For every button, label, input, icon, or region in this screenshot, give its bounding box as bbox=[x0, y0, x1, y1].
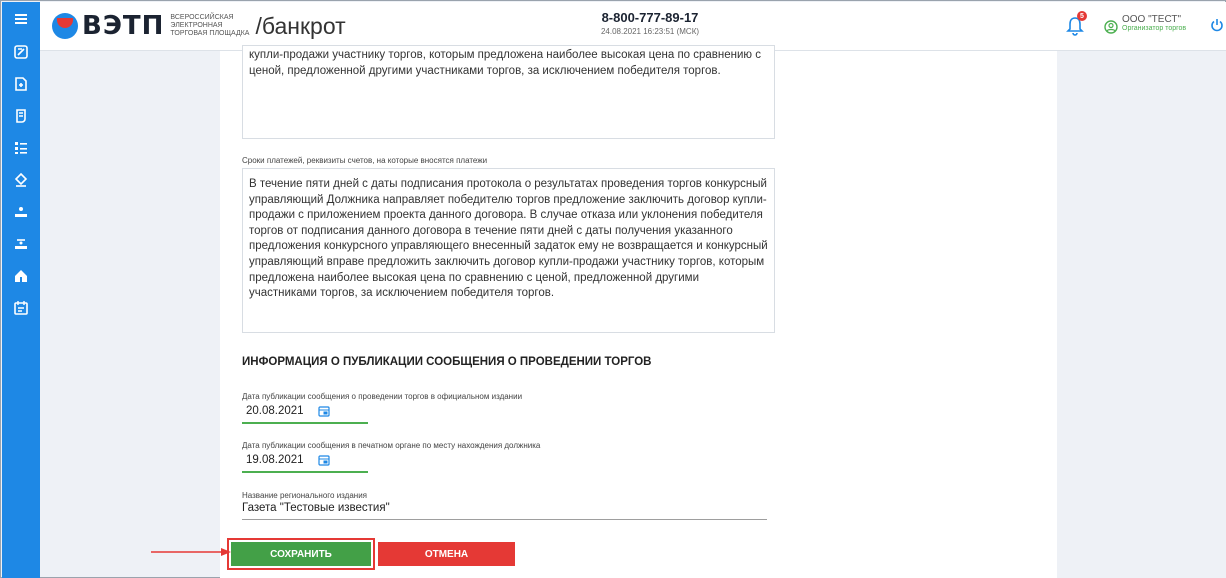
payments-textarea[interactable]: В течение пяти дней с даты подписания пр… bbox=[242, 168, 775, 333]
menu-icon[interactable] bbox=[2, 2, 40, 36]
documents-icon[interactable] bbox=[2, 68, 40, 100]
pointer-arrow-icon bbox=[151, 548, 231, 556]
calendar-icon[interactable] bbox=[2, 292, 40, 324]
notification-badge: 5 bbox=[1077, 11, 1087, 21]
official-date-field[interactable]: 20.08.2021 bbox=[242, 400, 368, 424]
text-area-top[interactable]: купли-продажи участнику торгов, которым … bbox=[242, 45, 775, 139]
list-icon[interactable] bbox=[2, 132, 40, 164]
logo-subtitle: ВСЕРОССИЙСКАЯ ЭЛЕКТРОННАЯ ТОРГОВАЯ ПЛОЩА… bbox=[170, 14, 250, 37]
cancel-button[interactable]: ОТМЕНА bbox=[378, 542, 515, 566]
contact-block: 8-800-777-89-17 24.08.2021 16:23:51 (МСК… bbox=[550, 10, 750, 36]
current-datetime: 24.08.2021 16:23:51 (МСК) bbox=[600, 27, 700, 36]
right-panel bbox=[1057, 51, 1226, 578]
bidder-icon[interactable] bbox=[2, 196, 40, 228]
form-content: купли-продажи участнику торгов, которым … bbox=[220, 45, 1057, 578]
section-title: ИНФОРМАЦИЯ О ПУБЛИКАЦИИ СООБЩЕНИЯ О ПРОВ… bbox=[242, 356, 652, 368]
app-window: ВЭТП ВСЕРОССИЙСКАЯ ЭЛЕКТРОННАЯ ТОРГОВАЯ … bbox=[0, 0, 1226, 578]
user-role: Организатор торгов bbox=[1122, 25, 1187, 32]
top-bar: ВЭТП ВСЕРОССИЙСКАЯ ЭЛЕКТРОННАЯ ТОРГОВАЯ … bbox=[40, 2, 1226, 51]
tender-icon[interactable] bbox=[2, 164, 40, 196]
user-menu[interactable]: ООО "ТЕСТ" Организатор торгов bbox=[1104, 14, 1186, 34]
user-icon bbox=[1104, 20, 1118, 34]
sidebar bbox=[2, 2, 40, 578]
calendar-icon[interactable] bbox=[317, 454, 330, 466]
logo-text: ВЭТП bbox=[82, 11, 165, 41]
vetp-logo[interactable]: ВЭТП ВСЕРОССИЙСКАЯ ЭЛЕКТРОННАЯ ТОРГОВАЯ … bbox=[52, 11, 346, 41]
home-icon[interactable] bbox=[2, 260, 40, 292]
user-name: ООО "ТЕСТ" bbox=[1122, 14, 1181, 25]
section-name: /банкрот bbox=[255, 12, 346, 39]
payments-label: Сроки платежей, реквизиты счетов, на кот… bbox=[242, 156, 488, 165]
phone-number[interactable]: 8-800-777-89-17 bbox=[550, 10, 750, 25]
regional-field[interactable]: Газета "Тестовые известия" bbox=[242, 496, 767, 520]
lots-icon[interactable] bbox=[2, 100, 40, 132]
buyer-icon[interactable] bbox=[2, 228, 40, 260]
auctions-icon[interactable] bbox=[2, 36, 40, 68]
save-button[interactable]: СОХРАНИТЬ bbox=[227, 538, 375, 570]
logo-mark-icon bbox=[52, 13, 78, 39]
calendar-icon[interactable] bbox=[317, 405, 330, 417]
print-date-field[interactable]: 19.08.2021 bbox=[242, 449, 368, 473]
logout-icon[interactable] bbox=[1210, 18, 1224, 32]
